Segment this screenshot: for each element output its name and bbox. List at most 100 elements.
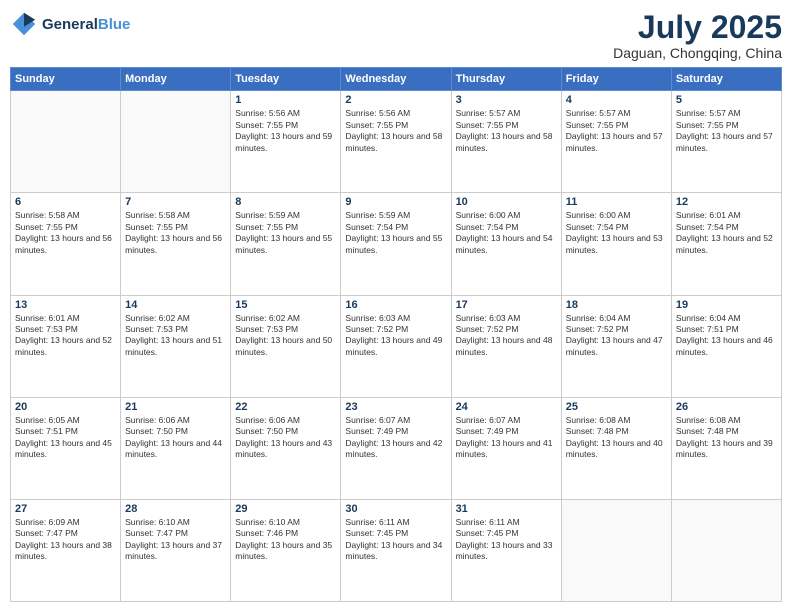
day-number: 19 — [676, 299, 777, 311]
day-number: 28 — [125, 503, 226, 515]
week-row-3: 13Sunrise: 6:01 AMSunset: 7:53 PMDayligh… — [11, 295, 782, 397]
col-sunday: Sunday — [11, 68, 121, 91]
day-number: 5 — [676, 94, 777, 106]
cell-content: Sunrise: 6:06 AMSunset: 7:50 PMDaylight:… — [125, 415, 226, 461]
title-block: July 2025 Daguan, Chongqing, China — [613, 10, 782, 61]
cell-content: Sunrise: 6:04 AMSunset: 7:52 PMDaylight:… — [566, 313, 667, 359]
logo-icon — [10, 10, 38, 38]
cell-content: Sunrise: 5:57 AMSunset: 7:55 PMDaylight:… — [456, 108, 557, 154]
cell-content: Sunrise: 5:57 AMSunset: 7:55 PMDaylight:… — [566, 108, 667, 154]
week-row-5: 27Sunrise: 6:09 AMSunset: 7:47 PMDayligh… — [11, 499, 782, 601]
header: GeneralBlue July 2025 Daguan, Chongqing,… — [10, 10, 782, 61]
calendar-cell: 10Sunrise: 6:00 AMSunset: 7:54 PMDayligh… — [451, 193, 561, 295]
day-number: 4 — [566, 94, 667, 106]
day-number: 7 — [125, 196, 226, 208]
cell-content: Sunrise: 6:06 AMSunset: 7:50 PMDaylight:… — [235, 415, 336, 461]
calendar-header-row: Sunday Monday Tuesday Wednesday Thursday… — [11, 68, 782, 91]
day-number: 12 — [676, 196, 777, 208]
calendar-cell — [561, 499, 671, 601]
page: GeneralBlue July 2025 Daguan, Chongqing,… — [0, 0, 792, 612]
calendar-cell: 18 Sunrise: 6:04 AMSunset: 7:52 PMDayligh… — [561, 295, 671, 397]
day-number: 9 — [345, 196, 446, 208]
calendar-cell: 20 Sunrise: 6:05 AMSunset: 7:51 PMDayligh… — [11, 397, 121, 499]
calendar-cell: 21Sunrise: 6:06 AMSunset: 7:50 PMDayligh… — [121, 397, 231, 499]
cell-content: Sunrise: 6:02 AMSunset: 7:53 PMDaylight:… — [125, 313, 226, 359]
col-tuesday: Tuesday — [231, 68, 341, 91]
calendar-cell: 29 Sunrise: 6:10 AMSunset: 7:46 PMDayligh… — [231, 499, 341, 601]
col-friday: Friday — [561, 68, 671, 91]
col-monday: Monday — [121, 68, 231, 91]
col-thursday: Thursday — [451, 68, 561, 91]
day-number: 31 — [456, 503, 557, 515]
cell-content: Sunrise: 6:08 AMSunset: 7:48 PMDaylight:… — [566, 415, 667, 461]
calendar-cell: 3 Sunrise: 5:57 AMSunset: 7:55 PMDaylight… — [451, 91, 561, 193]
day-number: 11 — [566, 196, 667, 208]
calendar-cell: 12 Sunrise: 6:01 AMSunset: 7:54 PMDayligh… — [671, 193, 781, 295]
calendar-cell: 14 Sunrise: 6:02 AMSunset: 7:53 PMDayligh… — [121, 295, 231, 397]
calendar-cell: 26Sunrise: 6:08 AMSunset: 7:48 PMDayligh… — [671, 397, 781, 499]
day-number: 22 — [235, 401, 336, 413]
day-number: 6 — [15, 196, 116, 208]
cell-content: Sunrise: 5:57 AMSunset: 7:55 PMDaylight:… — [676, 108, 777, 154]
cell-content: Sunrise: 5:58 AMSunset: 7:55 PMDaylight:… — [15, 210, 116, 256]
day-number: 29 — [235, 503, 336, 515]
calendar-cell: 17Sunrise: 6:03 AMSunset: 7:52 PMDayligh… — [451, 295, 561, 397]
calendar-cell: 23Sunrise: 6:07 AMSunset: 7:49 PMDayligh… — [341, 397, 451, 499]
calendar-cell: 28 Sunrise: 6:10 AMSunset: 7:47 PMDayligh… — [121, 499, 231, 601]
location: Daguan, Chongqing, China — [613, 45, 782, 61]
day-number: 14 — [125, 299, 226, 311]
calendar-cell: 11 Sunrise: 6:00 AMSunset: 7:54 PMDayligh… — [561, 193, 671, 295]
calendar-cell: 19 Sunrise: 6:04 AMSunset: 7:51 PMDayligh… — [671, 295, 781, 397]
cell-content: Sunrise: 6:03 AMSunset: 7:52 PMDaylight:… — [345, 313, 446, 359]
day-number: 13 — [15, 299, 116, 311]
day-number: 1 — [235, 94, 336, 106]
cell-content: Sunrise: 6:08 AMSunset: 7:48 PMDaylight:… — [676, 415, 777, 461]
day-number: 17 — [456, 299, 557, 311]
day-number: 18 — [566, 299, 667, 311]
week-row-2: 6 Sunrise: 5:58 AMSunset: 7:55 PMDaylight… — [11, 193, 782, 295]
col-saturday: Saturday — [671, 68, 781, 91]
cell-content: Sunrise: 6:11 AMSunset: 7:45 PMDaylight:… — [345, 517, 446, 563]
cell-content: Sunrise: 6:04 AMSunset: 7:51 PMDaylight:… — [676, 313, 777, 359]
logo-text: GeneralBlue — [42, 16, 130, 33]
calendar-cell: 31 Sunrise: 6:11 AMSunset: 7:45 PMDayligh… — [451, 499, 561, 601]
day-number: 20 — [15, 401, 116, 413]
day-number: 15 — [235, 299, 336, 311]
calendar-cell: 30 Sunrise: 6:11 AMSunset: 7:45 PMDayligh… — [341, 499, 451, 601]
calendar-cell: 27Sunrise: 6:09 AMSunset: 7:47 PMDayligh… — [11, 499, 121, 601]
col-wednesday: Wednesday — [341, 68, 451, 91]
day-number: 24 — [456, 401, 557, 413]
cell-content: Sunrise: 6:10 AMSunset: 7:46 PMDaylight:… — [235, 517, 336, 563]
calendar-cell: 2 Sunrise: 5:56 AMSunset: 7:55 PMDaylight… — [341, 91, 451, 193]
cell-content: Sunrise: 6:10 AMSunset: 7:47 PMDaylight:… — [125, 517, 226, 563]
cell-content: Sunrise: 6:00 AMSunset: 7:54 PMDaylight:… — [566, 210, 667, 256]
day-number: 25 — [566, 401, 667, 413]
cell-content: Sunrise: 6:01 AMSunset: 7:54 PMDaylight:… — [676, 210, 777, 256]
calendar-cell: 7 Sunrise: 5:58 AMSunset: 7:55 PMDaylight… — [121, 193, 231, 295]
day-number: 3 — [456, 94, 557, 106]
cell-content: Sunrise: 6:05 AMSunset: 7:51 PMDaylight:… — [15, 415, 116, 461]
day-number: 8 — [235, 196, 336, 208]
calendar-cell: 9 Sunrise: 5:59 AMSunset: 7:54 PMDaylight… — [341, 193, 451, 295]
calendar-cell — [11, 91, 121, 193]
cell-content: Sunrise: 6:11 AMSunset: 7:45 PMDaylight:… — [456, 517, 557, 563]
cell-content: Sunrise: 6:00 AMSunset: 7:54 PMDaylight:… — [456, 210, 557, 256]
day-number: 23 — [345, 401, 446, 413]
calendar-cell: 13Sunrise: 6:01 AMSunset: 7:53 PMDayligh… — [11, 295, 121, 397]
day-number: 30 — [345, 503, 446, 515]
calendar-cell: 15Sunrise: 6:02 AMSunset: 7:53 PMDayligh… — [231, 295, 341, 397]
day-number: 2 — [345, 94, 446, 106]
calendar-cell: 6 Sunrise: 5:58 AMSunset: 7:55 PMDaylight… — [11, 193, 121, 295]
calendar-cell: 24 Sunrise: 6:07 AMSunset: 7:49 PMDayligh… — [451, 397, 561, 499]
calendar-cell — [121, 91, 231, 193]
cell-content: Sunrise: 5:56 AMSunset: 7:55 PMDaylight:… — [345, 108, 446, 154]
cell-content: Sunrise: 6:07 AMSunset: 7:49 PMDaylight:… — [456, 415, 557, 461]
cell-content: Sunrise: 5:59 AMSunset: 7:54 PMDaylight:… — [345, 210, 446, 256]
cell-content: Sunrise: 5:58 AMSunset: 7:55 PMDaylight:… — [125, 210, 226, 256]
week-row-1: 1 Sunrise: 5:56 AMSunset: 7:55 PMDaylight… — [11, 91, 782, 193]
logo: GeneralBlue — [10, 10, 130, 38]
calendar-cell: 16Sunrise: 6:03 AMSunset: 7:52 PMDayligh… — [341, 295, 451, 397]
week-row-4: 20 Sunrise: 6:05 AMSunset: 7:51 PMDayligh… — [11, 397, 782, 499]
calendar-cell: 25 Sunrise: 6:08 AMSunset: 7:48 PMDayligh… — [561, 397, 671, 499]
calendar-cell: 5 Sunrise: 5:57 AMSunset: 7:55 PMDaylight… — [671, 91, 781, 193]
